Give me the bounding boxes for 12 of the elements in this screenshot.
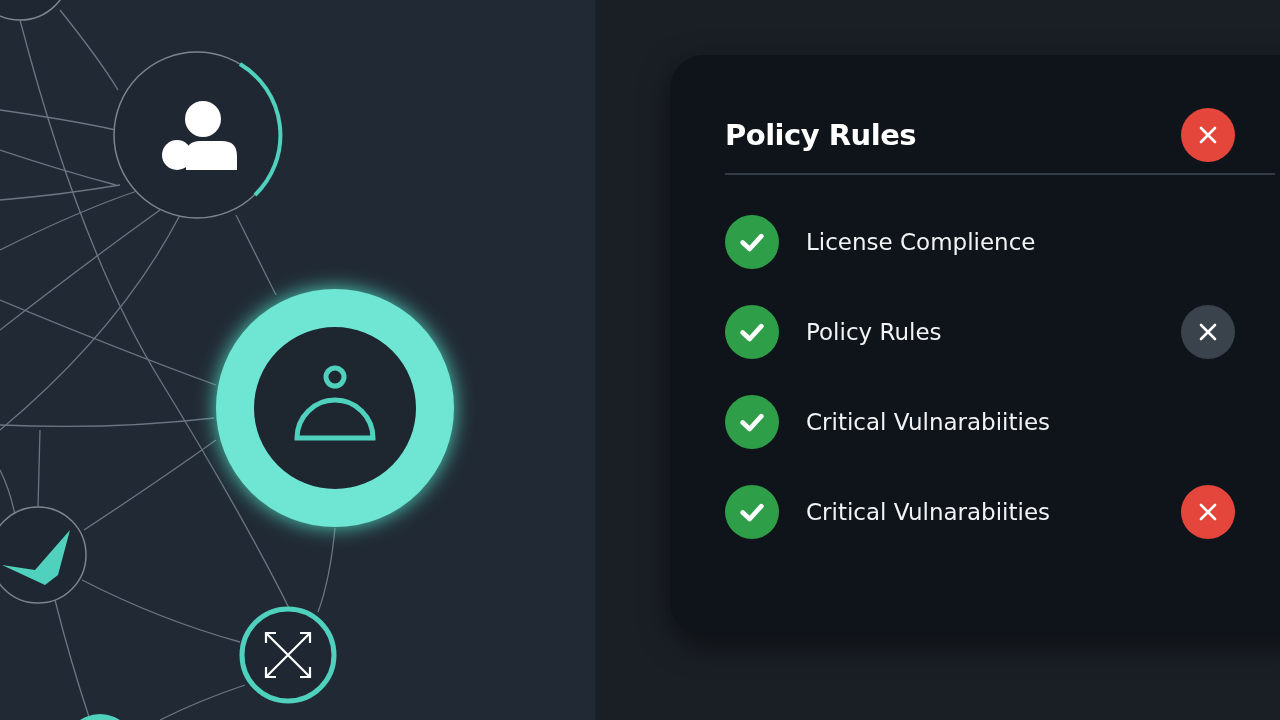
close-button[interactable]: [1181, 108, 1235, 162]
person-icon: [162, 101, 237, 170]
rule-name: Critical Vulnarabiities: [806, 499, 1052, 525]
expand-icon: [264, 631, 312, 679]
panel-title: Policy Rules: [725, 118, 917, 152]
rule-name: Policy Rules: [806, 319, 943, 345]
rule-name: Critical Vulnarabiities: [806, 409, 1052, 435]
remove-button[interactable]: [1181, 485, 1235, 539]
rule-name: License Complience: [806, 229, 1037, 255]
check-icon: [2, 530, 70, 585]
bell-icon: [294, 365, 376, 441]
remove-button[interactable]: [1181, 305, 1235, 359]
